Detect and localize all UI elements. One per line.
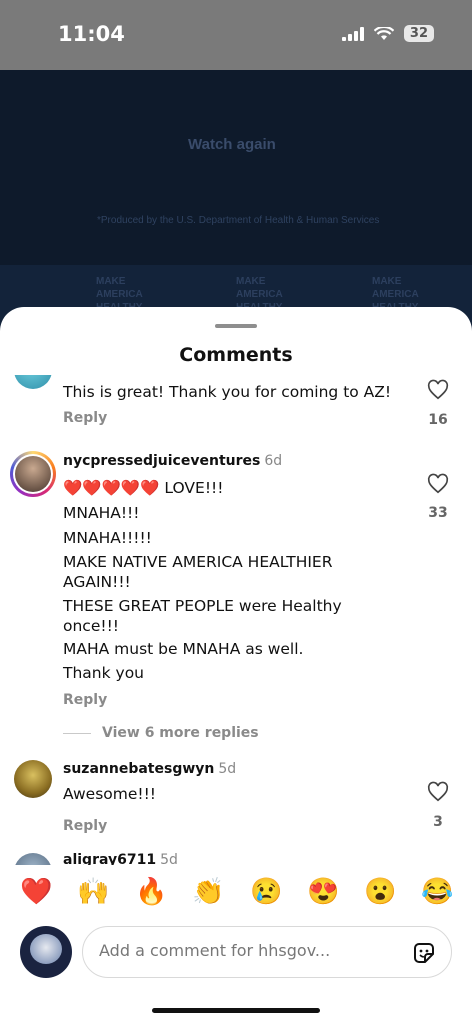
emoji-laughing-button[interactable]: 😂	[421, 876, 453, 906]
comment-text: This is great! Thank you for coming to A…	[63, 383, 392, 401]
comment-text: Thank you	[63, 664, 144, 682]
like-count: 33	[428, 505, 448, 521]
produced-by-label: *Produced by the U.S. Department of Heal…	[97, 215, 380, 226]
emoji-heart-button[interactable]: ❤️	[20, 876, 52, 906]
comment-username[interactable]: nycpressedjuiceventures 6d	[63, 453, 282, 469]
like-count: 3	[433, 814, 443, 830]
emoji-heart-eyes-button[interactable]: 😍	[307, 876, 339, 906]
comment-text: THESE GREAT PEOPLE were Healthy	[63, 597, 342, 615]
comment-username[interactable]: aligray6711 5d	[63, 852, 178, 865]
watch-again-label: Watch again	[188, 136, 276, 153]
comment-text: MAHA must be MNAHA as well.	[63, 640, 304, 658]
emoji-clapping-button[interactable]: 👏	[192, 876, 224, 906]
comment-username[interactable]: suzannebatesgwyn 5d	[63, 761, 236, 777]
comment-text: MAKE NATIVE AMERICA HEALTHIER	[63, 553, 333, 571]
comment-text: Awesome!!!	[63, 785, 157, 803]
reply-button[interactable]: Reply	[63, 818, 107, 834]
comment-time: 5d	[160, 852, 178, 865]
reply-button[interactable]: Reply	[63, 692, 107, 708]
comment-input[interactable]	[99, 941, 389, 960]
status-bar: 11:04 32	[0, 0, 472, 70]
comment-text: AGAIN!!!	[63, 573, 131, 591]
comment-time: 5d	[218, 761, 237, 777]
reply-button[interactable]: Reply	[63, 410, 107, 426]
avatar[interactable]	[14, 760, 52, 798]
video-backdrop: Watch again *Produced by the U.S. Depart…	[0, 70, 472, 340]
emoji-fire-button[interactable]: 🔥	[135, 876, 167, 906]
username-text[interactable]: nycpressedjuiceventures	[63, 453, 260, 469]
sheet-grabber[interactable]	[215, 324, 257, 328]
battery-indicator: 32	[403, 25, 434, 42]
sticker-icon[interactable]	[411, 940, 437, 966]
status-time: 11:04	[58, 22, 125, 46]
comment-text: ❤️❤️❤️❤️❤️ LOVE!!!	[63, 479, 224, 497]
home-indicator	[152, 1008, 320, 1013]
status-icons: 32	[341, 25, 434, 42]
comments-sheet: Comments This is great! Thank you for co…	[0, 307, 472, 1024]
username-text[interactable]: suzannebatesgwyn	[63, 761, 214, 777]
emoji-bar: ❤️ 🙌 🔥 👏 😢 😍 😮 😂	[0, 866, 472, 914]
username-text[interactable]: aligray6711	[63, 852, 156, 865]
comment-text: MNAHA!!!!!	[63, 529, 152, 547]
comment-text: MNAHA!!!	[63, 504, 140, 522]
comment-composer[interactable]	[82, 926, 452, 978]
emoji-crying-button[interactable]: 😢	[250, 876, 282, 906]
view-replies-button[interactable]: View 6 more replies	[102, 725, 259, 741]
heart-icon[interactable]	[427, 473, 449, 495]
view-replies-line	[63, 733, 91, 734]
avatar[interactable]	[14, 375, 52, 389]
heart-icon[interactable]	[427, 781, 449, 803]
like-count: 16	[428, 412, 448, 428]
comment-time: 6d	[264, 453, 283, 469]
current-user-avatar	[20, 926, 72, 978]
avatar-story-ring[interactable]	[10, 451, 56, 497]
emoji-surprised-button[interactable]: 😮	[364, 876, 396, 906]
avatar[interactable]	[14, 853, 52, 865]
wifi-icon	[373, 26, 394, 40]
cellular-signal-icon	[341, 26, 364, 41]
emoji-raised-hands-button[interactable]: 🙌	[77, 876, 109, 906]
comments-list[interactable]: This is great! Thank you for coming to A…	[0, 375, 472, 865]
heart-icon[interactable]	[427, 379, 449, 401]
sheet-title: Comments	[179, 344, 293, 366]
comment-text: once!!!	[63, 617, 120, 635]
